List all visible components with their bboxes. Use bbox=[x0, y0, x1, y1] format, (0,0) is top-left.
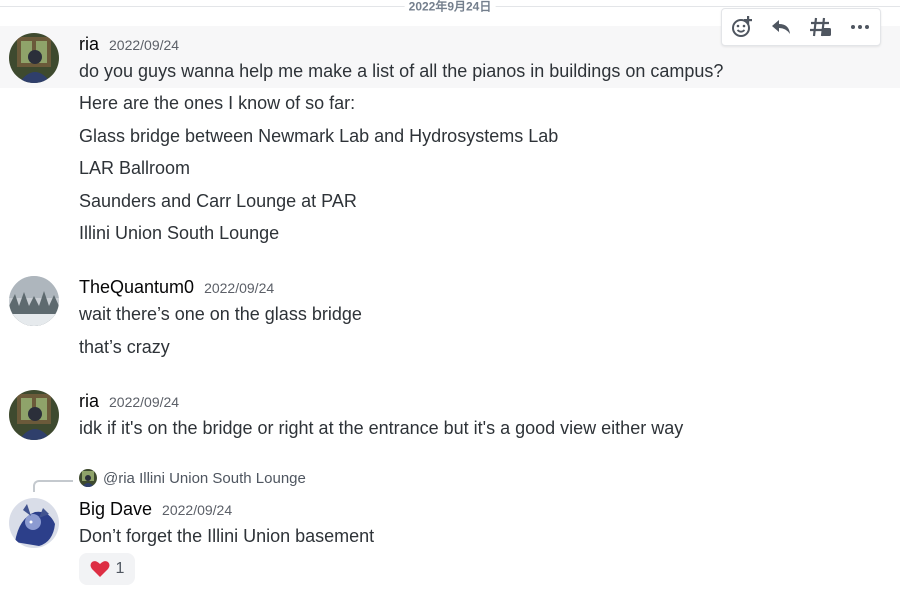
message-text: idk if it's on the bridge or right at th… bbox=[79, 418, 684, 438]
add-reaction-icon bbox=[731, 16, 752, 37]
author-name[interactable]: Big Dave bbox=[79, 499, 152, 519]
avatar-ria-image bbox=[9, 33, 59, 83]
reply-spine bbox=[33, 480, 73, 492]
avatar[interactable] bbox=[9, 276, 59, 326]
message-timestamp[interactable]: 2022/09/24 bbox=[162, 502, 232, 518]
reaction-heart[interactable]: 1 bbox=[79, 553, 135, 585]
message-text: Don’t forget the Illini Union basement bbox=[79, 526, 375, 546]
message-text: wait there’s one on the glass bridge bbox=[79, 304, 362, 324]
avatar[interactable] bbox=[9, 33, 59, 83]
add-reaction-button[interactable] bbox=[727, 12, 757, 42]
create-thread-icon bbox=[809, 17, 831, 37]
reply-avatar bbox=[79, 469, 97, 487]
message-author[interactable]: TheQuantum0 2022/09/24 bbox=[79, 277, 274, 298]
message-text: that’s crazy bbox=[79, 337, 170, 357]
chat-log: 2022年9月24日 ria 2022/09/24 do you guys wan… bbox=[0, 0, 900, 610]
author-name[interactable]: ria bbox=[79, 34, 99, 54]
date-divider-label: 2022年9月24日 bbox=[404, 0, 496, 15]
reply-preview-text[interactable]: @ria Illini Union South Lounge bbox=[103, 470, 306, 487]
message-author[interactable]: ria 2022/09/24 bbox=[79, 391, 179, 412]
message-timestamp[interactable]: 2022/09/24 bbox=[109, 394, 179, 410]
more-button[interactable] bbox=[845, 12, 875, 42]
heart-icon bbox=[90, 561, 110, 577]
reaction-count: 1 bbox=[115, 560, 125, 577]
avatar[interactable] bbox=[9, 390, 59, 440]
message-actions-toolbar bbox=[721, 8, 881, 46]
author-name[interactable]: ria bbox=[79, 391, 99, 411]
avatar-big-dave-image bbox=[9, 498, 59, 548]
message-text: Saunders and Carr Lounge at PAR bbox=[79, 191, 357, 211]
author-name[interactable]: TheQuantum0 bbox=[79, 277, 194, 297]
reply-icon bbox=[772, 20, 791, 34]
message-text: Glass bridge between Newmark Lab and Hyd… bbox=[79, 126, 559, 146]
reply-button[interactable] bbox=[766, 12, 796, 42]
message-text: do you guys wanna help me make a list of… bbox=[79, 61, 724, 81]
message-text: Illini Union South Lounge bbox=[79, 223, 280, 243]
message-text: LAR Ballroom bbox=[79, 158, 191, 178]
date-divider: 2022年9月24日 bbox=[0, 0, 900, 15]
more-icon bbox=[851, 25, 870, 29]
avatar[interactable] bbox=[9, 498, 59, 548]
message-timestamp[interactable]: 2022/09/24 bbox=[204, 280, 274, 296]
message-author[interactable]: Big Dave 2022/09/24 bbox=[79, 499, 232, 520]
avatar-ria-image bbox=[9, 390, 59, 440]
reply-avatar-image bbox=[79, 469, 97, 487]
message-text: Here are the ones I know of so far: bbox=[79, 93, 356, 113]
create-thread-button[interactable] bbox=[806, 12, 836, 42]
message-author[interactable]: ria 2022/09/24 bbox=[79, 34, 179, 55]
message-timestamp[interactable]: 2022/09/24 bbox=[109, 37, 179, 53]
reply-preview[interactable]: @ria Illini Union South Lounge bbox=[79, 469, 306, 487]
avatar-thequantum0-image bbox=[9, 276, 59, 326]
